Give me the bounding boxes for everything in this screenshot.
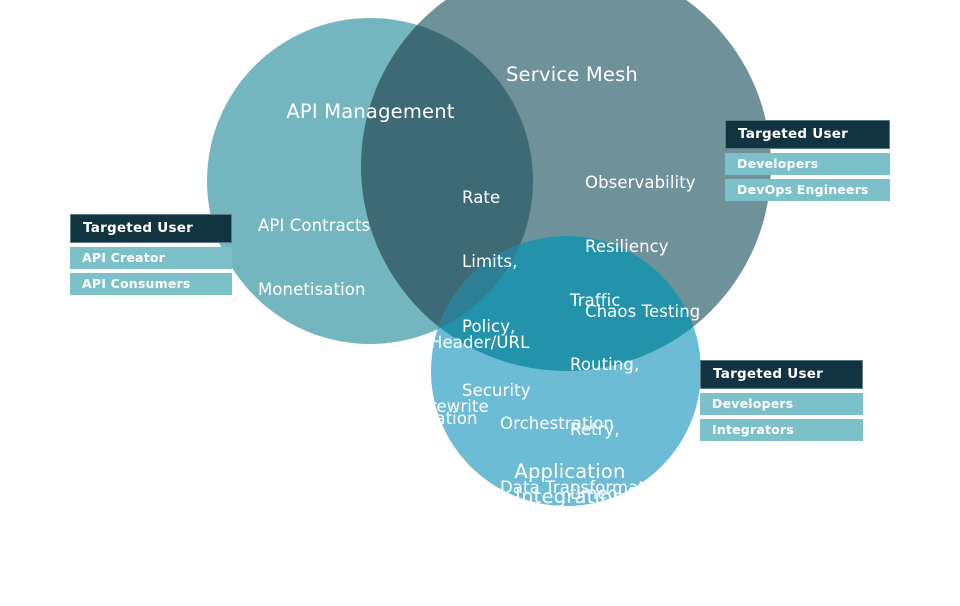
legend-row-api-consumers: API Consumers xyxy=(70,273,232,295)
legend-api-management-users: Targeted User API Creator API Consumers xyxy=(70,214,232,295)
overlap-am-sm-line-1: Limits, xyxy=(462,252,518,272)
legend-row-developers-sm: Developers xyxy=(725,153,890,175)
diagram-canvas: API Management Service Mesh Application … xyxy=(0,0,960,562)
legend-row-developers-ai: Developers xyxy=(700,393,863,415)
legend-header-service-mesh: Targeted User xyxy=(725,120,890,149)
overlap-am-ai-line-1: rewrite xyxy=(430,397,489,417)
overlap-label-service-mesh-application-integration: Traffic Routing, Retry, timeouts xyxy=(570,247,644,547)
legend-service-mesh-users: Targeted User Developers DevOps Engineer… xyxy=(725,120,890,201)
item-api-management-0: API Contracts xyxy=(258,215,371,235)
legend-row-api-creator: API Creator xyxy=(70,247,232,269)
overlap-sm-ai-line-2: Retry, xyxy=(570,419,620,439)
legend-row-devops-engineers: DevOps Engineers xyxy=(725,179,890,201)
item-service-mesh-0: Observability xyxy=(585,172,696,192)
legend-row-integrators: Integrators xyxy=(700,419,863,441)
overlap-am-ai-line-0: Header/URL xyxy=(430,332,530,352)
legend-application-integration-users: Targeted User Developers Integrators xyxy=(700,360,863,441)
overlap-am-sm-line-0: Rate xyxy=(462,187,501,207)
circle-title-api-management: API Management xyxy=(286,100,455,123)
circle-title-service-mesh: Service Mesh xyxy=(505,63,638,86)
overlap-sm-ai-line-1: Routing, xyxy=(570,355,640,375)
overlap-label-api-management-application-integration: Header/URL rewrite xyxy=(430,289,529,461)
overlap-sm-ai-line-3: timeouts xyxy=(570,483,644,503)
legend-header-application-integration: Targeted User xyxy=(700,360,863,389)
legend-header-api-management: Targeted User xyxy=(70,214,232,243)
overlap-sm-ai-line-0: Traffic xyxy=(570,290,621,310)
